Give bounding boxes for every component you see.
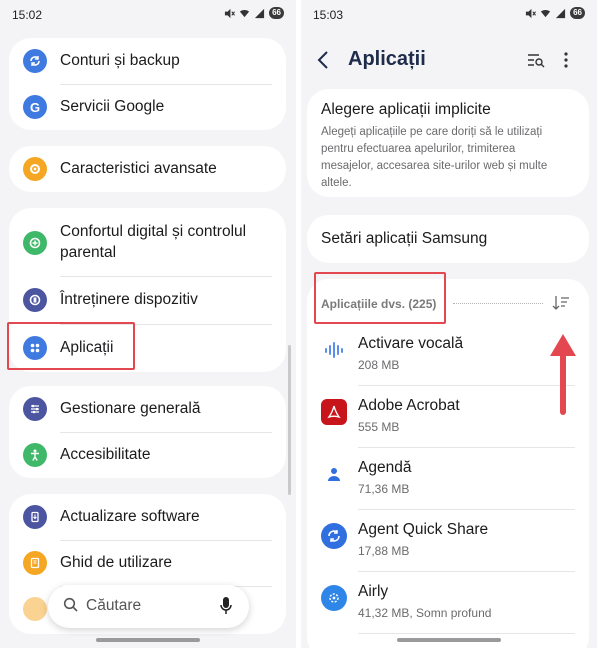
settings-group-accounts: Conturi și backup G Servicii Google (9, 38, 286, 130)
settings-item-digital-wellbeing[interactable]: Confortul digital și controlul parental (9, 208, 286, 276)
settings-item-label: Confortul digital și controlul (60, 223, 247, 240)
search-bar[interactable]: Căutare (48, 585, 249, 628)
settings-item-label: Gestionare generală (60, 400, 201, 417)
battery-icon: 66 (269, 7, 284, 19)
settings-item-user-guide[interactable]: Ghid de utilizare (9, 540, 286, 586)
software-update-icon (23, 505, 47, 529)
digital-wellbeing-icon (23, 231, 47, 255)
highlight-box-apps-count (314, 272, 446, 324)
acrobat-icon (321, 399, 347, 425)
settings-item-label: Actualizare software (60, 508, 200, 525)
settings-item-google[interactable]: G Servicii Google (9, 84, 286, 130)
mute-icon (526, 8, 537, 18)
wifi-icon (541, 9, 551, 17)
app-row-contacts[interactable]: Agendă 71,36 MB (307, 448, 589, 510)
contacts-icon (321, 461, 347, 487)
back-arrow-icon[interactable] (317, 50, 329, 70)
default-apps-title: Alegere aplicații implicite (321, 101, 491, 118)
search-icon (63, 597, 78, 612)
settings-group-general: Gestionare generală Accesibilitate (9, 386, 286, 478)
home-indicator[interactable] (397, 638, 501, 642)
sort-icon[interactable] (552, 295, 570, 311)
scrollbar[interactable] (288, 345, 291, 495)
app-name: Airly (358, 583, 389, 600)
accessibility-icon (23, 443, 47, 467)
headset-icon (23, 597, 47, 621)
microphone-icon[interactable] (219, 596, 233, 616)
app-size: 71,36 MB (358, 482, 410, 496)
status-bar: 15:02 66 (0, 0, 296, 28)
home-indicator[interactable] (96, 638, 200, 642)
app-name: Agendă (358, 459, 412, 476)
left-screen: 15:02 66 Conturi și backup G Servicii Go… (0, 0, 296, 648)
wifi-icon (240, 9, 250, 17)
app-size: 555 MB (358, 420, 400, 434)
settings-item-label: Întreținere dispozitiv (60, 291, 198, 308)
app-size: 17,88 MB (358, 544, 410, 558)
page-title: Aplicații (348, 48, 426, 70)
right-screen: 15:03 66 Aplicații Alegere aplicații imp… (301, 0, 597, 648)
samsung-app-settings-label: Setări aplicații Samsung (321, 230, 488, 247)
settings-item-label: Ghid de utilizare (60, 554, 173, 571)
annotation-arrow (550, 334, 576, 415)
battery-icon: 66 (570, 7, 585, 19)
device-care-icon (23, 288, 47, 312)
app-size: 208 MB (358, 358, 400, 372)
settings-item-general-management[interactable]: Gestionare generală (9, 386, 286, 432)
app-row-quick-share[interactable]: Agent Quick Share 17,88 MB (307, 510, 589, 572)
gear-plus-icon (23, 157, 47, 181)
app-row-adobe-acrobat[interactable]: Adobe Acrobat 555 MB (307, 386, 589, 448)
status-time: 15:03 (313, 8, 344, 22)
settings-item-software-update[interactable]: Actualizare software (9, 494, 286, 540)
default-apps-card[interactable]: Alegere aplicații implicite Alegeți apli… (307, 89, 589, 197)
mute-icon (225, 8, 236, 18)
sliders-icon (23, 397, 47, 421)
user-guide-icon (23, 551, 47, 575)
app-name: Agent Quick Share (358, 521, 489, 538)
default-apps-description: Alegeți aplicațiile pe care doriți să le… (321, 126, 548, 189)
settings-item-label: Caracteristici avansate (60, 160, 217, 177)
airly-icon (321, 585, 347, 611)
settings-item-advanced-features[interactable]: Caracteristici avansate (9, 146, 286, 192)
settings-item-label: Servicii Google (60, 98, 165, 115)
app-name: Activare vocală (358, 335, 464, 352)
apps-list-card: Aplicațiile dvs. (225) Activare vocală 2… (307, 279, 589, 648)
settings-item-accessibility[interactable]: Accesibilitate (9, 432, 286, 478)
search-placeholder: Căutare (86, 597, 142, 614)
google-icon: G (23, 95, 47, 119)
more-options-icon[interactable] (563, 52, 569, 68)
app-row-voice-wake[interactable]: Activare vocală 208 MB (307, 324, 589, 386)
filter-search-icon[interactable] (527, 52, 545, 68)
header-dotted-line (453, 303, 543, 304)
quick-share-icon (321, 523, 347, 549)
app-row-airly[interactable]: Airly 41,32 MB, Somn profund (307, 572, 589, 634)
settings-item-accounts-backup[interactable]: Conturi și backup (9, 38, 286, 84)
status-bar: 15:03 66 (301, 0, 597, 28)
settings-item-label: Accesibilitate (60, 446, 151, 463)
voice-wake-icon (321, 337, 347, 363)
divider (358, 633, 575, 634)
highlight-box-apps (7, 322, 135, 370)
settings-item-label-line2: parental (60, 244, 117, 261)
signal-icon (255, 8, 265, 18)
app-size: 41,32 MB, Somn profund (358, 606, 492, 620)
app-bar: Aplicații (301, 36, 597, 84)
settings-group-advanced: Caracteristici avansate (9, 146, 286, 192)
sync-icon (23, 49, 47, 73)
signal-icon (556, 8, 566, 18)
app-name: Adobe Acrobat (358, 397, 460, 414)
samsung-app-settings[interactable]: Setări aplicații Samsung (307, 215, 589, 263)
status-time: 15:02 (12, 8, 43, 22)
settings-item-label: Conturi și backup (60, 52, 180, 69)
settings-item-device-care[interactable]: Întreținere dispozitiv (9, 276, 286, 324)
